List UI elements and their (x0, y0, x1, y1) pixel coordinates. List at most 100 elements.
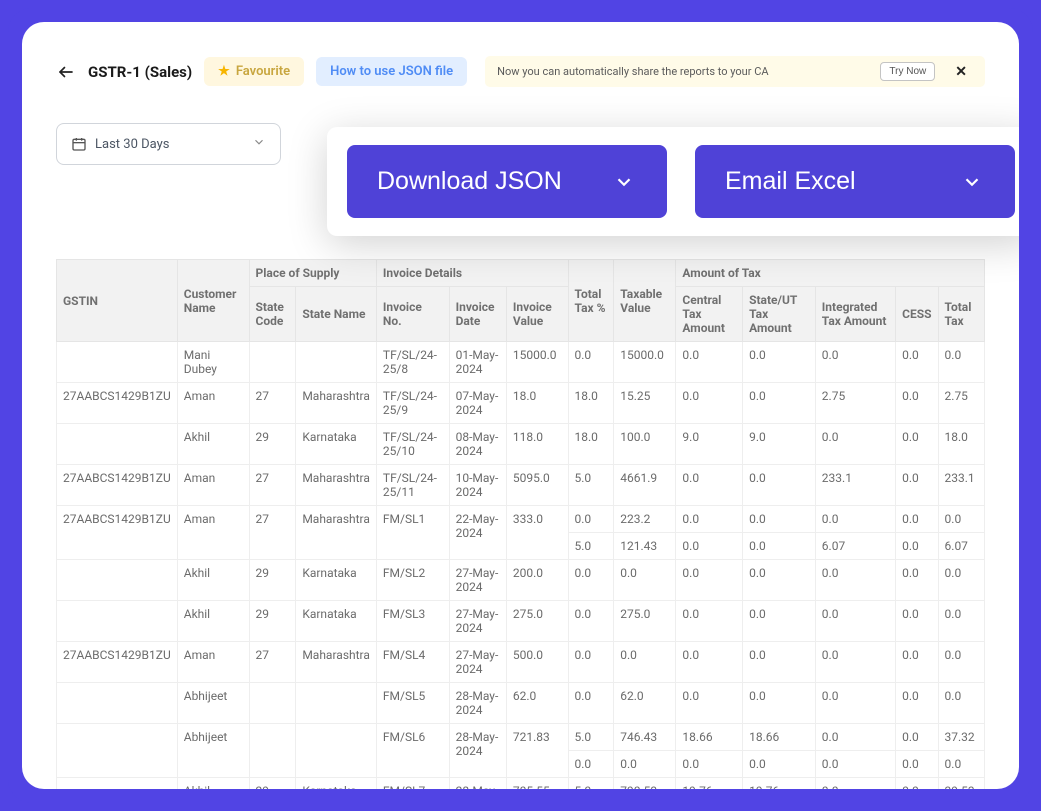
table-header: State Code (249, 287, 296, 342)
table-header: Invoice Details (376, 260, 568, 287)
table-cell: 0.0 (676, 342, 743, 383)
date-range-select[interactable]: Last 30 Days (56, 123, 281, 165)
table-cell: 0.0 (743, 751, 816, 778)
table-cell: 0.0 (743, 683, 816, 724)
table-cell: FM/SL7 (376, 778, 449, 790)
download-json-label: Download JSON (377, 167, 562, 196)
back-arrow-icon[interactable] (56, 62, 76, 82)
table-cell: Aman (177, 506, 249, 560)
table-cell: 01-May-2024 (449, 342, 506, 383)
table-cell: Akhil (177, 424, 249, 465)
table-cell: 0.0 (676, 642, 743, 683)
table-cell: 0.0 (676, 751, 743, 778)
table-cell: Mani Dubey (177, 342, 249, 383)
table-cell: 18.66 (676, 724, 743, 751)
chevron-down-icon (252, 135, 266, 153)
table-row: 27AABCS1429B1ZUAman27MaharashtraTF/SL/24… (57, 465, 985, 506)
chevron-down-icon (959, 169, 985, 195)
table-cell: 790.53 (614, 778, 676, 790)
table-cell: 0.0 (896, 560, 938, 601)
table-cell: Aman (177, 642, 249, 683)
table-cell: 0.0 (815, 601, 895, 642)
table-cell: Aman (177, 383, 249, 424)
table-cell: 0.0 (815, 778, 895, 790)
table-cell: 0.0 (896, 342, 938, 383)
table-cell: 15000.0 (614, 342, 676, 383)
chevron-down-icon (611, 169, 637, 195)
table-cell: 121.43 (614, 533, 676, 560)
table-cell: Akhil (177, 778, 249, 790)
table-cell: 0.0 (568, 560, 614, 601)
table-cell: 275.0 (614, 601, 676, 642)
table-cell: 6.07 (815, 533, 895, 560)
table-cell: 5095.0 (506, 465, 568, 506)
table-cell: 0.0 (938, 601, 984, 642)
favourite-label: Favourite (236, 64, 290, 79)
table-cell: 0.0 (896, 642, 938, 683)
table-cell: Karnataka (296, 560, 377, 601)
try-now-button[interactable]: Try Now (880, 62, 935, 81)
table-cell: 0.0 (614, 560, 676, 601)
page-title: GSTR-1 (Sales) (88, 63, 192, 81)
table-cell: 27AABCS1429B1ZU (57, 383, 178, 424)
favourite-badge[interactable]: ★ Favourite (204, 57, 304, 86)
table-cell: 0.0 (938, 683, 984, 724)
table-cell: 62.0 (506, 683, 568, 724)
table-cell: 0.0 (896, 424, 938, 465)
table-row: AbhijeetFM/SL628-May-2024721.835.0746.43… (57, 724, 985, 751)
table-cell: Abhijeet (177, 724, 249, 778)
table-cell: 5.0 (568, 778, 614, 790)
star-icon: ★ (218, 64, 230, 79)
table-cell: 27 (249, 506, 296, 560)
close-icon[interactable]: ✕ (949, 64, 973, 80)
table-cell: 6.07 (938, 533, 984, 560)
table-cell: 29 (249, 601, 296, 642)
how-to-json-link[interactable]: How to use JSON file (316, 57, 467, 86)
table-cell: 62.0 (614, 683, 676, 724)
table-cell (296, 342, 377, 383)
table-header: Total Tax % (568, 260, 614, 342)
table-cell (57, 560, 178, 601)
table-cell: 0.0 (676, 533, 743, 560)
table-cell: 233.1 (938, 465, 984, 506)
table-cell: 2.75 (815, 383, 895, 424)
table-cell: 28-May-2024 (449, 724, 506, 778)
table-cell: 27-May-2024 (449, 642, 506, 683)
table-cell: 0.0 (568, 601, 614, 642)
table-cell: 0.0 (896, 751, 938, 778)
table-header: Central Tax Amount (676, 287, 743, 342)
promo-banner: Now you can automatically share the repo… (485, 56, 985, 87)
table-cell: 233.1 (815, 465, 895, 506)
table-cell: FM/SL3 (376, 601, 449, 642)
table-row: Akhil29KarnatakaFM/SL227-May-2024200.00.… (57, 560, 985, 601)
date-range-label: Last 30 Days (95, 137, 169, 152)
table-row: 27AABCS1429B1ZUAman27MaharashtraFM/SL122… (57, 506, 985, 533)
table-cell (249, 724, 296, 778)
table-cell: 19.76 (743, 778, 816, 790)
table-cell: FM/SL5 (376, 683, 449, 724)
table-header: Invoice Date (449, 287, 506, 342)
table-cell: 275.0 (506, 601, 568, 642)
email-excel-label: Email Excel (725, 167, 856, 196)
download-json-button[interactable]: Download JSON (347, 145, 667, 218)
table-cell: 0.0 (676, 506, 743, 533)
table-row: 27AABCS1429B1ZUAman27MaharashtraFM/SL427… (57, 642, 985, 683)
table-cell: 0.0 (815, 560, 895, 601)
table-cell: 15000.0 (506, 342, 568, 383)
email-excel-button[interactable]: Email Excel (695, 145, 1015, 218)
table-cell: 0.0 (815, 724, 895, 751)
table-cell: 0.0 (568, 506, 614, 533)
table-cell: 0.0 (743, 601, 816, 642)
table-header: Invoice No. (376, 287, 449, 342)
table-cell: 0.0 (568, 642, 614, 683)
table-cell: 0.0 (938, 342, 984, 383)
table-cell: Akhil (177, 601, 249, 642)
table-cell: 19.76 (676, 778, 743, 790)
table-cell: 0.0 (938, 642, 984, 683)
table-header: State Name (296, 287, 377, 342)
table-cell: 223.2 (614, 506, 676, 533)
table-cell: 0.0 (743, 642, 816, 683)
table-cell: 0.0 (743, 506, 816, 533)
table-cell: 5.0 (568, 465, 614, 506)
table-cell: Karnataka (296, 424, 377, 465)
